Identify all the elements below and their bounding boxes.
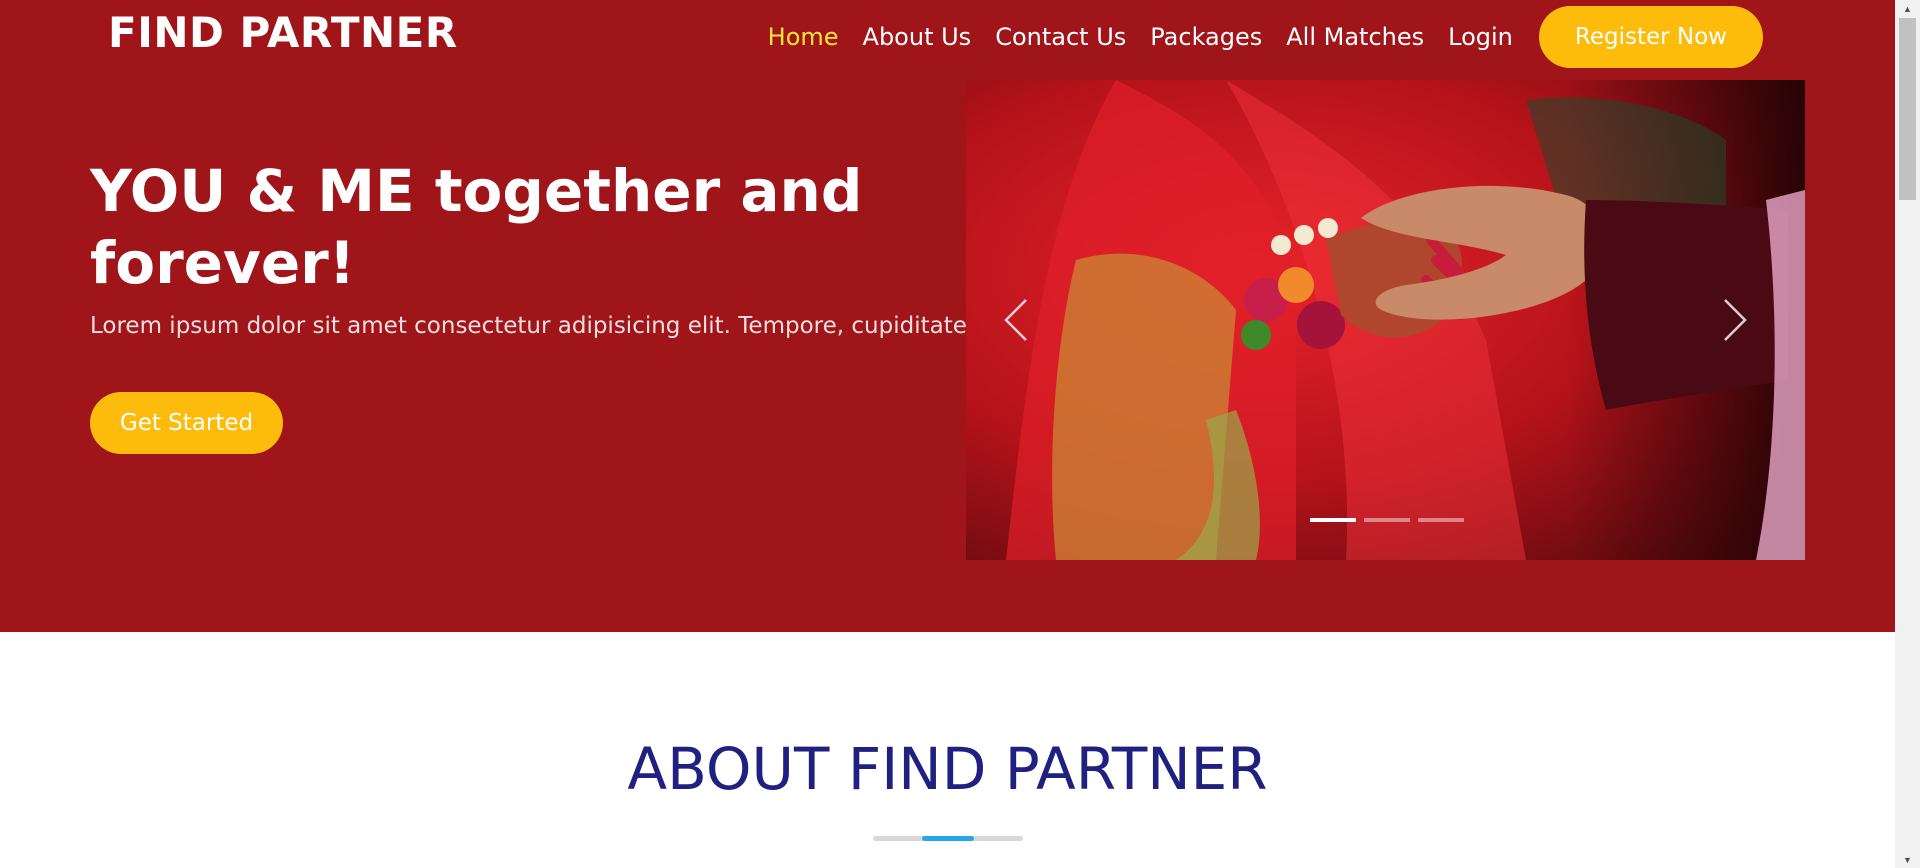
- scroll-up-arrow-icon[interactable]: ▲: [1895, 0, 1920, 17]
- page-scrollbar[interactable]: ▲ ▼: [1895, 0, 1920, 868]
- nav-about-us[interactable]: About Us: [863, 23, 972, 51]
- section-divider-accent: [922, 836, 974, 841]
- nav-packages[interactable]: Packages: [1150, 23, 1262, 51]
- hero-carousel: [966, 80, 1805, 560]
- chevron-right-icon: [1724, 299, 1747, 341]
- nav-contact-us[interactable]: Contact Us: [995, 23, 1126, 51]
- section-divider: [873, 836, 1023, 841]
- nav-home[interactable]: Home: [768, 23, 839, 51]
- scrollbar-thumb[interactable]: [1899, 18, 1916, 200]
- carousel-indicator-2[interactable]: [1364, 518, 1410, 522]
- carousel-prev-button[interactable]: [986, 288, 1046, 352]
- carousel-indicator-3[interactable]: [1418, 518, 1464, 522]
- carousel-next-button[interactable]: [1705, 288, 1765, 352]
- nav-all-matches[interactable]: All Matches: [1286, 23, 1424, 51]
- wedding-hands-photo: [966, 80, 1805, 560]
- scroll-down-arrow-icon[interactable]: ▼: [1895, 851, 1920, 868]
- carousel-indicator-1[interactable]: [1310, 518, 1356, 522]
- brand-logo[interactable]: FIND PARTNER: [108, 8, 458, 57]
- hero-lead-text: Lorem ipsum dolor sit amet consectetur a…: [90, 313, 980, 339]
- hero-section: FIND PARTNER Home About Us Contact Us Pa…: [0, 0, 1895, 632]
- main-nav: Home About Us Contact Us Packages All Ma…: [744, 6, 1763, 68]
- chevron-left-icon: [1004, 299, 1027, 341]
- nav-login[interactable]: Login: [1448, 23, 1513, 51]
- carousel-indicators: [1310, 518, 1464, 522]
- about-section-title: ABOUT FIND PARTNER: [627, 735, 1268, 803]
- register-now-button[interactable]: Register Now: [1538, 6, 1763, 68]
- hero-headline: YOU & ME together and forever!: [90, 157, 863, 297]
- get-started-button[interactable]: Get Started: [90, 392, 283, 454]
